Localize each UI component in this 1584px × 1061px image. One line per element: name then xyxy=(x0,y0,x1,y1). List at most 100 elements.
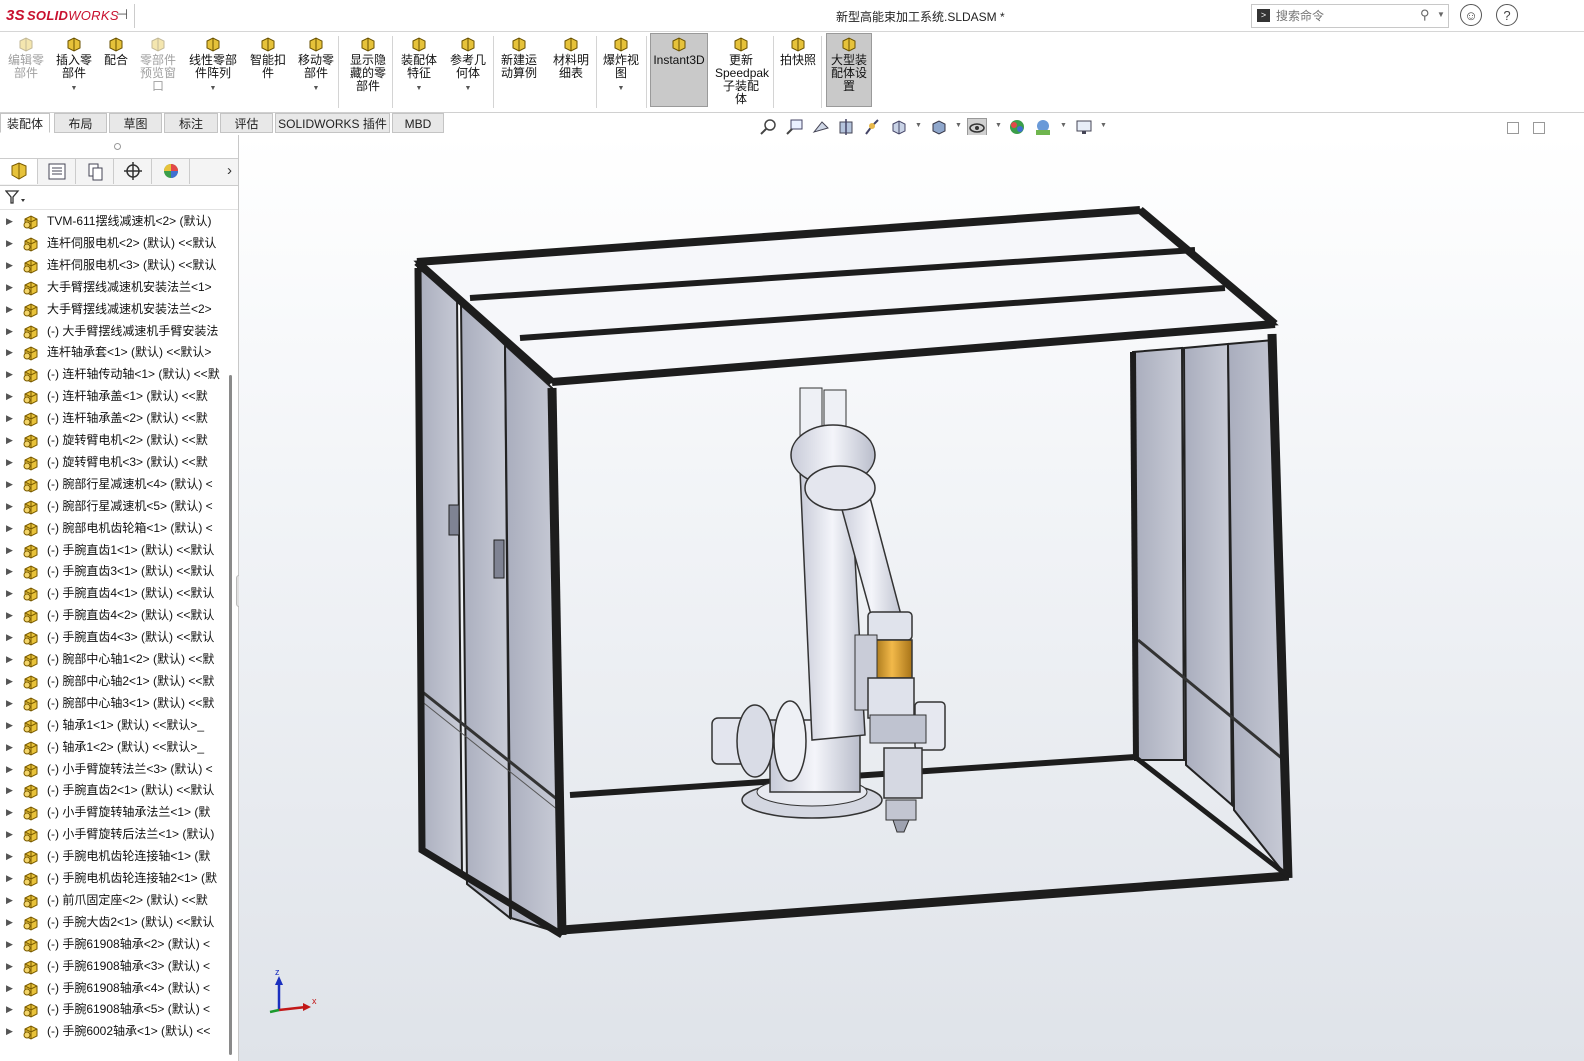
expand-arrow-icon[interactable]: ▶ xyxy=(6,299,13,320)
expand-arrow-icon[interactable]: ▶ xyxy=(6,364,13,385)
expand-pane-icon[interactable] xyxy=(1533,122,1545,134)
tree-item[interactable]: ▶ (-) 腕部中心轴2<1> (默认) <<默 xyxy=(0,671,230,692)
expand-arrow-icon[interactable]: ▶ xyxy=(6,868,13,889)
expand-arrow-icon[interactable]: ▶ xyxy=(6,956,13,977)
tree-item[interactable]: ▶ (-) 手腕电机齿轮连接轴2<1> (默 xyxy=(0,868,230,889)
linear-pattern-button[interactable]: 线性零部 件阵列 ▼ xyxy=(186,34,240,95)
chevron-down-icon[interactable]: ▼ xyxy=(1100,122,1107,129)
tab-display-manager[interactable] xyxy=(152,159,190,184)
chevron-down-icon[interactable]: ▼ xyxy=(600,82,642,95)
graphics-area[interactable]: z x xyxy=(239,135,1584,1061)
chevron-down-icon[interactable]: ▼ xyxy=(398,82,440,95)
tree-item[interactable]: ▶ (-) 连杆轴传动轴<1> (默认) <<默 xyxy=(0,364,230,385)
tab-2[interactable]: 草图 xyxy=(109,113,162,133)
chevron-down-icon[interactable]: ▼ xyxy=(186,82,240,95)
chevron-down-icon[interactable]: ▼ xyxy=(294,82,338,95)
tree-item[interactable]: ▶ (-) 轴承1<1> (默认) <<默认>_ xyxy=(0,715,230,736)
expand-arrow-icon[interactable]: ▶ xyxy=(6,321,13,342)
expand-arrow-icon[interactable]: ▶ xyxy=(6,780,13,801)
expand-arrow-icon[interactable]: ▶ xyxy=(6,561,13,582)
tree-item[interactable]: ▶ (-) 手腕61908轴承<4> (默认) < xyxy=(0,978,230,999)
tab-1[interactable]: 布局 xyxy=(54,113,107,133)
tree-item[interactable]: ▶ (-) 手腕61908轴承<3> (默认) < xyxy=(0,956,230,977)
expand-arrow-icon[interactable]: ▶ xyxy=(6,496,13,517)
tree-item[interactable]: ▶ (-) 手腕大齿2<1> (默认) <<默认 xyxy=(0,912,230,933)
assembly-features-button[interactable]: 装配体 特征 ▼ xyxy=(398,34,440,95)
tree-item[interactable]: ▶ 大手臂摆线减速机安装法兰<2> xyxy=(0,299,230,320)
expand-arrow-icon[interactable]: ▶ xyxy=(6,408,13,429)
tree-item[interactable]: ▶ TVM-611摆线减速机<2> (默认) xyxy=(0,211,230,232)
chevron-down-icon[interactable]: ▼ xyxy=(1060,122,1067,129)
chevron-down-icon[interactable]: ▼ xyxy=(447,82,489,95)
chevron-down-icon[interactable]: ▼ xyxy=(915,122,922,129)
chevron-down-icon[interactable]: ▼ xyxy=(995,122,1002,129)
expand-arrow-icon[interactable]: ▶ xyxy=(6,802,13,823)
chevron-down-icon[interactable]: ▼ xyxy=(1437,10,1445,19)
reference-geometry-button[interactable]: 参考几 何体 ▼ xyxy=(447,34,489,95)
expand-arrow-icon[interactable]: ▶ xyxy=(6,627,13,648)
tree-item[interactable]: ▶ (-) 手腕6002轴承<1> (默认) << xyxy=(0,1021,230,1042)
insert-component-button[interactable]: 插入零 部件 ▼ xyxy=(52,34,96,95)
expand-arrow-icon[interactable]: ▶ xyxy=(6,277,13,298)
expand-arrow-icon[interactable]: ▶ xyxy=(6,474,13,495)
assembly-model-view[interactable]: z x xyxy=(239,135,1584,1061)
expand-arrow-icon[interactable]: ▶ xyxy=(6,671,13,692)
chevron-down-icon[interactable]: ▼ xyxy=(52,82,96,95)
tree-item[interactable]: ▶ 大手臂摆线减速机安装法兰<1> xyxy=(0,277,230,298)
filter-icon[interactable] xyxy=(5,189,27,205)
expand-arrow-icon[interactable]: ▶ xyxy=(6,824,13,845)
tree-item[interactable]: ▶ (-) 腕部电机齿轮箱<1> (默认) < xyxy=(0,518,230,539)
search-icon[interactable]: ⚲ xyxy=(1420,7,1430,23)
expand-arrow-icon[interactable]: ▶ xyxy=(6,978,13,999)
expand-arrow-icon[interactable]: ▶ xyxy=(6,846,13,867)
expand-arrow-icon[interactable]: ▶ xyxy=(6,890,13,911)
previous-view-icon[interactable] xyxy=(812,118,830,136)
tab-property-manager[interactable] xyxy=(38,159,76,184)
zoom-to-area-icon[interactable] xyxy=(786,118,804,136)
tree-item[interactable]: ▶ (-) 手腕直齿4<1> (默认) <<默认 xyxy=(0,583,230,604)
expand-arrow-icon[interactable]: ▶ xyxy=(6,715,13,736)
expand-arrow-icon[interactable]: ▶ xyxy=(6,430,13,451)
tree-item[interactable]: ▶ (-) 腕部行星减速机<4> (默认) < xyxy=(0,474,230,495)
tree-item[interactable]: ▶ 连杆伺服电机<2> (默认) <<默认 xyxy=(0,233,230,254)
expand-arrow-icon[interactable]: ▶ xyxy=(6,693,13,714)
tree-item[interactable]: ▶ (-) 旋转臂电机<3> (默认) <<默 xyxy=(0,452,230,473)
tree-item[interactable]: ▶ (-) 小手臂旋转后法兰<1> (默认) xyxy=(0,824,230,845)
help-icon[interactable]: ? xyxy=(1496,4,1518,26)
apply-scene-icon[interactable] xyxy=(1034,118,1052,136)
edit-component-button[interactable]: 编辑零 部件 xyxy=(6,34,46,80)
motion-study-button[interactable]: 新建运 动算例 xyxy=(498,34,540,80)
expand-arrow-icon[interactable]: ▶ xyxy=(6,1021,13,1042)
pin-icon[interactable]: ⊣ xyxy=(116,6,128,23)
tree-item[interactable]: ▶ (-) 手腕直齿4<2> (默认) <<默认 xyxy=(0,605,230,626)
dynamic-annotation-icon[interactable] xyxy=(864,118,882,136)
expand-arrow-icon[interactable]: ▶ xyxy=(6,211,13,232)
tree-item[interactable]: ▶ (-) 前爪固定座<2> (默认) <<默 xyxy=(0,890,230,911)
section-view-icon[interactable] xyxy=(838,118,856,136)
tab-dimxpert-manager[interactable] xyxy=(114,159,152,184)
tree-item[interactable]: ▶ (-) 腕部中心轴3<1> (默认) <<默 xyxy=(0,693,230,714)
feature-tree-scrollbar[interactable] xyxy=(229,375,232,1055)
tree-item[interactable]: ▶ (-) 大手臂摆线减速机手臂安装法 xyxy=(0,321,230,342)
tree-item[interactable]: ▶ (-) 轴承1<2> (默认) <<默认>_ xyxy=(0,737,230,758)
expand-arrow-icon[interactable]: ▶ xyxy=(6,583,13,604)
view-settings-icon[interactable] xyxy=(1075,118,1093,136)
feature-tree-filter[interactable] xyxy=(0,185,238,210)
display-style-icon[interactable] xyxy=(930,118,948,136)
large-assembly-button[interactable]: 大型装 配体设 置 xyxy=(826,33,872,107)
exploded-view-button[interactable]: 爆炸视 图 ▼ xyxy=(600,34,642,95)
expand-arrow-icon[interactable]: ▶ xyxy=(6,386,13,407)
tree-item[interactable]: ▶ (-) 手腕61908轴承<5> (默认) < xyxy=(0,999,230,1020)
pane-splitter-handle[interactable] xyxy=(114,143,121,150)
tree-item[interactable]: ▶ (-) 连杆轴承盖<2> (默认) <<默 xyxy=(0,408,230,429)
tab-3[interactable]: 标注 xyxy=(164,113,218,133)
chevron-right-icon[interactable]: › xyxy=(227,162,232,179)
smart-fasteners-button[interactable]: 智能扣 件 xyxy=(247,34,289,80)
tree-item[interactable]: ▶ (-) 手腕直齿1<1> (默认) <<默认 xyxy=(0,540,230,561)
search-input[interactable] xyxy=(1274,7,1418,25)
tree-item[interactable]: ▶ (-) 手腕电机齿轮连接轴<1> (默 xyxy=(0,846,230,867)
expand-arrow-icon[interactable]: ▶ xyxy=(6,737,13,758)
expand-arrow-icon[interactable]: ▶ xyxy=(6,540,13,561)
restore-pane-icon[interactable] xyxy=(1507,122,1519,134)
show-hidden-button[interactable]: 显示隐 藏的零 部件 xyxy=(346,34,390,93)
